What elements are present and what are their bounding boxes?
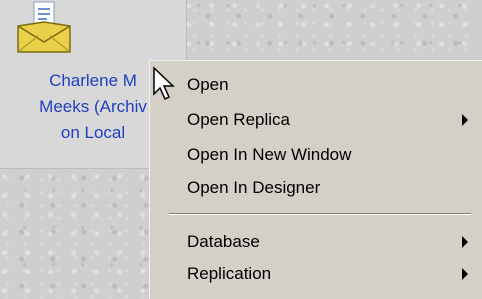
menu-item-open[interactable]: Open (150, 71, 468, 99)
submenu-arrow-icon (462, 236, 468, 248)
workspace-background: Charlene M Meeks (Archiv on Local Open O… (0, 0, 482, 299)
menu-item-open-replica[interactable]: Open Replica (150, 106, 468, 134)
menu-item-label: Open Replica (187, 110, 291, 129)
mail-envelope-icon (17, 1, 71, 53)
menu-item-database[interactable]: Database (150, 228, 468, 256)
submenu-arrow-icon (462, 268, 468, 280)
submenu-arrow-icon (462, 114, 468, 126)
menu-item-label: Replication (187, 264, 272, 283)
arrow-cursor-icon (153, 66, 175, 101)
menu-item-label: Database (187, 232, 260, 251)
menu-item-label: Open In Designer (187, 178, 321, 197)
menu-item-open-in-new-window[interactable]: Open In New Window (150, 141, 468, 169)
menu-separator (169, 213, 471, 215)
menu-item-open-in-designer[interactable]: Open In Designer (150, 174, 468, 202)
context-menu: Open Open Replica Open In New Window Ope… (149, 60, 482, 299)
menu-item-label: Open (187, 75, 229, 94)
menu-item-label: Open In New Window (187, 145, 352, 164)
menu-item-replication[interactable]: Replication (150, 260, 468, 288)
